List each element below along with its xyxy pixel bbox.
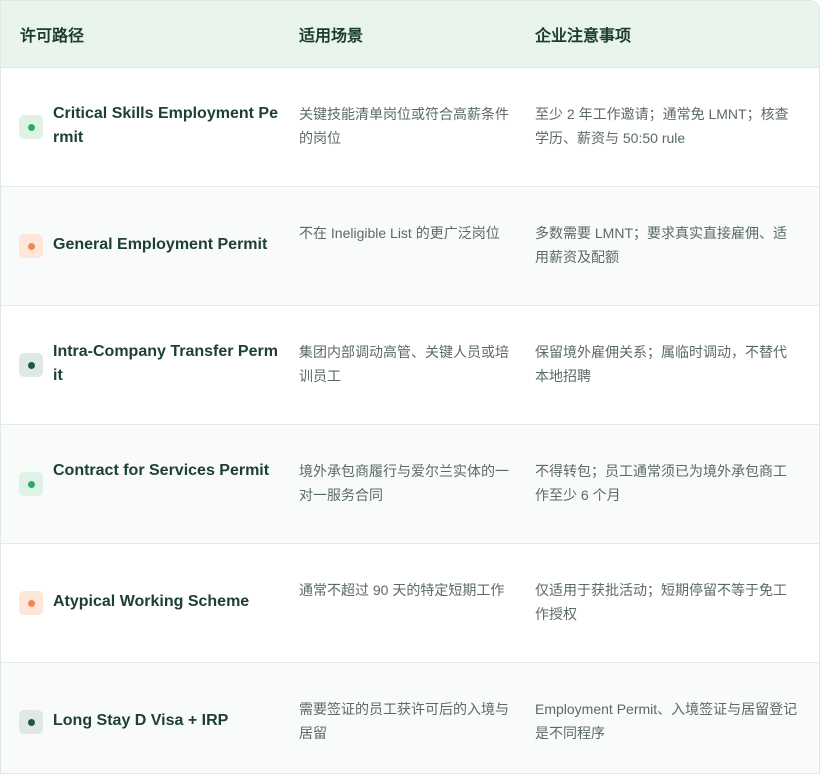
table-row: Contract for Services Permit 境外承包商履行与爱尔兰… [1, 425, 819, 544]
table-row: Critical Skills Employment Permit 关键技能清单… [1, 68, 819, 187]
status-dot-icon [19, 591, 43, 615]
permit-name: Critical Skills Employment Permit [53, 105, 278, 146]
table-row: General Employment Permit 不在 Ineligible … [1, 187, 819, 306]
status-dot-icon [19, 115, 43, 139]
permit-name: Atypical Working Scheme [53, 593, 250, 610]
permit-scenario: 需要签证的员工获许可后的入境与居留 [299, 701, 509, 741]
table-row: Atypical Working Scheme 通常不超过 90 天的特定短期工… [1, 544, 819, 663]
table-row: Intra-Company Transfer Permit 集团内部调动高管、关… [1, 306, 819, 425]
permit-scenario: 集团内部调动高管、关键人员或培训员工 [299, 344, 509, 384]
permit-name: Intra-Company Transfer Permit [53, 343, 278, 384]
status-dot-icon [19, 353, 43, 377]
permit-notes: 不得转包；员工通常须已为境外承包商工作至少 6 个月 [535, 463, 787, 503]
column-header-permit-route: 许可路径 [20, 28, 85, 45]
permit-notes: 多数需要 LMNT；要求真实直接雇佣、适用薪资及配额 [535, 225, 787, 265]
status-dot-icon [19, 710, 43, 734]
permit-notes: 保留境外雇佣关系；属临时调动，不替代本地招聘 [535, 344, 787, 384]
permit-scenario: 境外承包商履行与爱尔兰实体的一对一服务合同 [299, 463, 509, 503]
table-header: 许可路径 适用场景 企业注意事项 [1, 1, 819, 68]
column-header-notes: 企业注意事项 [535, 28, 632, 45]
permit-scenario: 关键技能清单岗位或符合高薪条件的岗位 [299, 106, 509, 146]
permit-table: 许可路径 适用场景 企业注意事项 Critical Skills Employm… [0, 0, 820, 774]
permit-notes: Employment Permit、入境签证与居留登记是不同程序 [535, 701, 798, 741]
status-dot-icon [19, 472, 43, 496]
permit-name: Contract for Services Permit [53, 462, 270, 479]
permit-notes: 至少 2 年工作邀请；通常免 LMNT；核查学历、薪资与 50:50 rule [535, 106, 789, 146]
permit-scenario: 不在 Ineligible List 的更广泛岗位 [299, 225, 500, 241]
status-dot-icon [19, 234, 43, 258]
column-header-scenario: 适用场景 [299, 28, 364, 45]
permit-name: Long Stay D Visa + IRP [53, 712, 229, 729]
permit-name: General Employment Permit [53, 236, 268, 253]
permit-scenario: 通常不超过 90 天的特定短期工作 [299, 582, 505, 598]
permit-notes: 仅适用于获批活动；短期停留不等于免工作授权 [535, 582, 787, 622]
table-row: Long Stay D Visa + IRP 需要签证的员工获许可后的入境与居留… [1, 663, 819, 773]
